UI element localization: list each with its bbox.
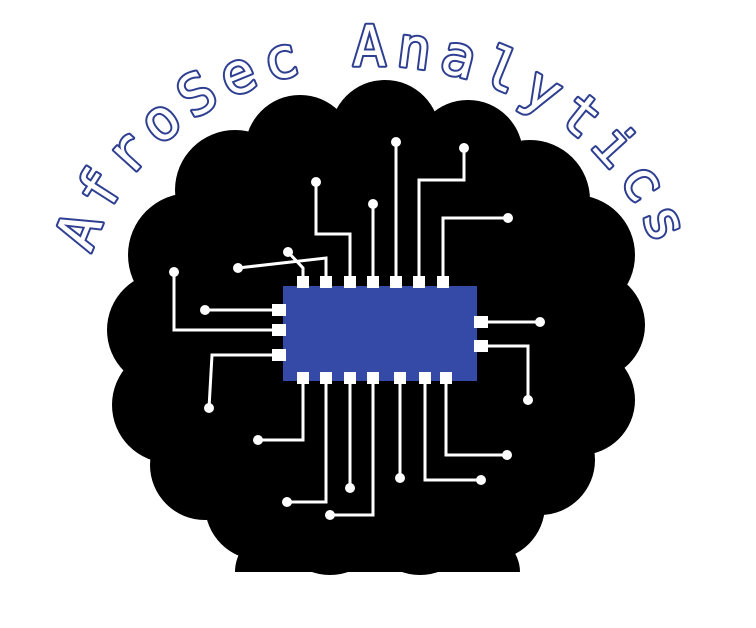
- afrosec-logo: AfroSec Analytics: [41, 13, 698, 575]
- microchip-icon: [272, 276, 488, 384]
